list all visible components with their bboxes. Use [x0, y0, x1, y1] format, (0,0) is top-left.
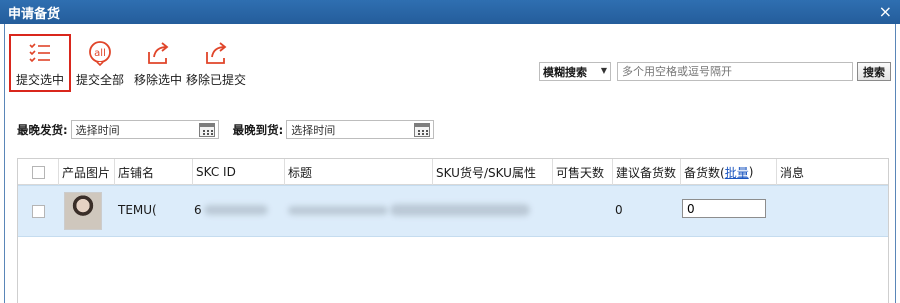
- store-name-cell: TEMU(: [118, 203, 157, 217]
- stock-qty-input[interactable]: [682, 199, 766, 218]
- share-out-icon: [148, 42, 169, 64]
- svg-text:all: all: [94, 48, 106, 59]
- select-all-checkbox[interactable]: [32, 165, 45, 179]
- submit-selected-button[interactable]: 提交选中: [9, 34, 71, 92]
- search-bar: 模糊搜索 ▼ 搜索: [539, 62, 891, 81]
- redacted-sku: [390, 204, 530, 216]
- suggested-qty-cell: 0: [615, 203, 623, 217]
- window-titlebar: 申请备货 ×: [0, 0, 900, 24]
- sku-cell: [390, 204, 530, 216]
- col-suggested-qty: 建议备货数: [612, 159, 680, 185]
- redacted-skc: [203, 205, 268, 215]
- col-store-name: 店铺名: [114, 159, 192, 185]
- window-title: 申请备货: [8, 6, 61, 22]
- remove-submitted-button[interactable]: 移除已提交: [186, 34, 247, 92]
- batch-link[interactable]: 批量: [725, 164, 749, 181]
- dialog-body: 提交选中 all 提交全部 移除选中 移除已提交 模糊搜索 ▼ 多个用空格或逗号…: [4, 24, 896, 303]
- col-message: 消息: [776, 159, 888, 185]
- submit-all-button[interactable]: all 提交全部: [71, 34, 129, 92]
- search-mode-select[interactable]: 模糊搜索 ▼: [539, 62, 611, 81]
- submit-selected-label: 提交选中: [15, 73, 64, 87]
- arrive-deadline-picker[interactable]: 选择时间: [286, 120, 435, 139]
- col-stock-qty-close: ): [748, 165, 754, 179]
- remove-selected-button[interactable]: 移除选中: [129, 34, 187, 92]
- list-check-icon: [29, 43, 50, 63]
- caret-down-icon: ▼: [600, 66, 607, 75]
- table-row[interactable]: TEMU( 6 0: [18, 185, 888, 237]
- date-filters: 最晚发货: 选择时间 最晚到货: 选择时间: [17, 120, 435, 139]
- ship-deadline-picker[interactable]: 选择时间: [70, 120, 219, 139]
- col-skc-id: SKC ID: [192, 159, 284, 185]
- select-all-checkbox-cell: [18, 159, 58, 185]
- ship-deadline-placeholder: 选择时间: [75, 123, 120, 137]
- remove-submitted-label: 移除已提交: [186, 73, 247, 87]
- search-input[interactable]: [617, 62, 853, 81]
- row-checkbox-cell: [32, 205, 45, 218]
- ship-deadline-label: 最晚发货:: [17, 122, 68, 137]
- col-product-image: 产品图片: [58, 159, 114, 185]
- col-sellable-days: 可售天数: [552, 159, 612, 185]
- stock-table: 产品图片 店铺名 SKC ID 标题 SKU货号/SKU属性 可售天数 建议备货…: [17, 158, 889, 303]
- search-mode-value: 模糊搜索: [543, 65, 587, 79]
- col-stock-qty: 备货数(批量): [680, 159, 776, 185]
- calendar-icon[interactable]: [198, 123, 215, 137]
- remove-selected-label: 移除选中: [133, 73, 182, 87]
- skc-id-cell: 6: [194, 203, 268, 217]
- close-icon[interactable]: ×: [879, 2, 892, 21]
- submit-all-label: 提交全部: [75, 73, 124, 87]
- search-button[interactable]: 搜索: [857, 62, 891, 81]
- share-out-icon: [206, 42, 227, 64]
- store-name: TEMU(: [118, 203, 157, 217]
- title-cell: [288, 206, 388, 215]
- suggested-qty: 0: [615, 203, 623, 217]
- arrive-deadline-label: 最晚到货:: [232, 122, 284, 137]
- toolbar: 提交选中 all 提交全部 移除选中 移除已提交: [9, 34, 247, 94]
- all-badge-icon: all: [89, 41, 111, 66]
- redacted-title: [288, 206, 388, 215]
- table-header: 产品图片 店铺名 SKC ID 标题 SKU货号/SKU属性 可售天数 建议备货…: [18, 159, 888, 185]
- arrive-deadline-placeholder: 选择时间: [291, 123, 336, 137]
- product-thumbnail[interactable]: [64, 192, 102, 230]
- col-title: 标题: [284, 159, 432, 185]
- row-checkbox[interactable]: [32, 205, 45, 218]
- col-stock-qty-label: 备货数(: [684, 165, 725, 180]
- col-sku: SKU货号/SKU属性: [432, 159, 552, 185]
- skc-id: 6: [194, 203, 202, 217]
- calendar-icon[interactable]: [414, 123, 431, 137]
- stock-qty-cell: [682, 199, 766, 218]
- product-image-cell: [64, 192, 102, 230]
